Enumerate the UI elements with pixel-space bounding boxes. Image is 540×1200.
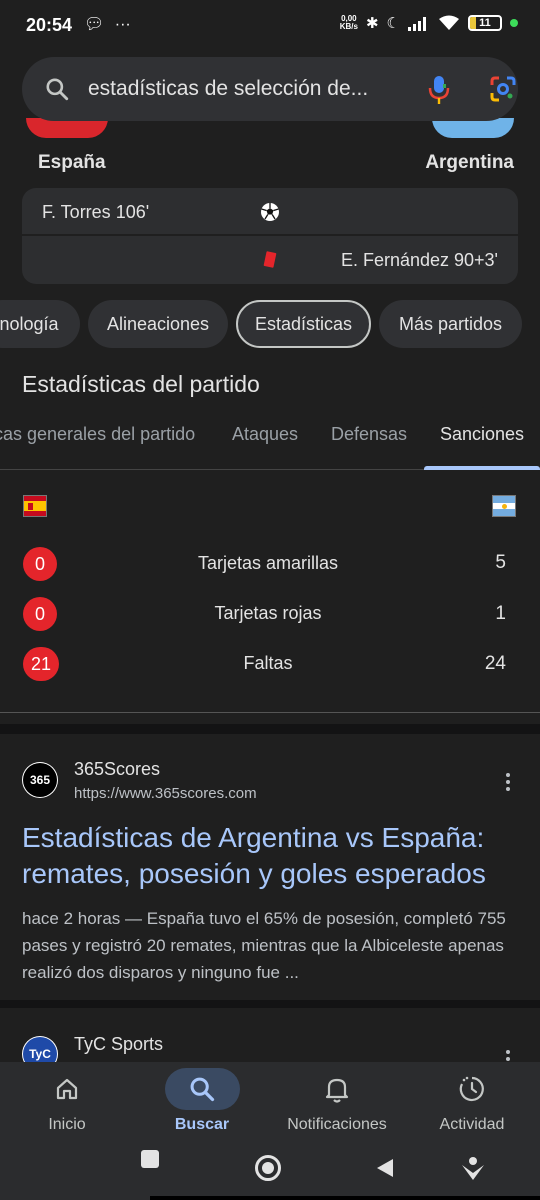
result-snippet: hace 2 horas — España tuvo el 65% de pos… [22,909,506,982]
chip-estadisticas[interactable]: Estadísticas [236,300,371,348]
nav-buscar[interactable]: Buscar [142,1064,262,1133]
argentina-flag-icon [492,495,516,517]
home-team-name[interactable]: España [38,152,106,174]
status-time: 20:54 [26,15,73,35]
tab-sanciones[interactable]: Sanciones [440,424,524,445]
stat-home-value: 21 [23,647,60,681]
status-notification-icons: 💬︎ ··· [84,14,131,34]
chip-cronologia[interactable]: nología [0,300,80,348]
status-bar: 20:54 💬︎ ··· 0,00 KB/s ✱ ☾ 11 [0,0,540,54]
search-icon [46,78,69,101]
red-card-icon [263,251,277,268]
stat-label: Faltas [243,653,293,673]
status-right-icons: 0,00 KB/s ✱ ☾ 11 [340,14,518,32]
circle-icon [255,1155,281,1181]
more-options-icon[interactable] [506,773,512,794]
nav-label: Actividad [439,1116,505,1133]
site-favicon[interactable]: 365 [22,762,58,798]
activity-icon [459,1076,484,1102]
away-team-crest[interactable] [432,118,514,138]
chip-alineaciones[interactable]: Alineaciones [88,300,228,348]
home-icon [56,1078,78,1100]
event-card-text: E. Fernández 90+3' [340,250,498,270]
stat-label: Tarjetas rojas [214,603,322,623]
microphone-icon[interactable] [427,75,451,105]
nav-actividad[interactable]: Actividad [412,1064,532,1133]
battery-icon: 11 [468,15,502,31]
search-icon [190,1077,215,1102]
tab-ataques[interactable]: Ataques [232,424,298,445]
section-title: Estadísticas del partido [22,371,260,397]
tab-generales[interactable]: cas generales del partido [0,424,195,445]
home-team-crest[interactable] [26,118,108,138]
search-query[interactable]: estadísticas de selección de... [88,77,378,101]
stat-away-value: 1 [495,603,506,624]
divider [0,712,540,713]
wifi-icon [439,15,459,30]
net-speed-unit: KB/s [339,22,358,31]
more-notifications-icon: ··· [114,16,131,33]
match-events-card: F. Torres 106' E. Fernández 90+3' [22,188,518,284]
event-goal-text: F. Torres 106' [42,202,150,222]
square-icon [141,1150,159,1168]
nav-label: Buscar [174,1116,230,1133]
stat-away-value: 5 [495,552,506,573]
away-team-name[interactable]: Argentina [425,152,514,174]
net-speed: 0,00 KB/s [340,15,358,31]
back-triangle-icon [377,1159,393,1177]
result-title-link[interactable]: Estadísticas de Argentina vs España: rem… [22,820,522,892]
signal-icon [408,17,426,31]
stat-label: Tarjetas amarillas [197,553,339,573]
nav-inicio[interactable]: Inicio [7,1064,127,1133]
nav-label: Inicio [48,1116,86,1133]
favicon-365-icon: 365 [23,763,57,797]
event-row[interactable]: E. Fernández 90+3' [22,238,518,284]
soccer-ball-icon [261,203,279,221]
assistant-button[interactable] [460,1155,486,1186]
privacy-dot [510,19,518,27]
moon-icon: ☾ [386,15,400,32]
back-button[interactable] [375,1158,395,1183]
chat-bubble-icon: 💬︎ [84,16,105,33]
nav-label: Notificaciones [287,1116,387,1133]
home-indicator [150,1196,540,1200]
stat-home-value: 0 [23,547,57,581]
stat-away-value: 24 [484,653,506,674]
spain-flag-icon [23,495,47,517]
result-site-name[interactable]: 365Scores [74,759,160,780]
divider [0,724,540,734]
stat-home-value: 0 [23,597,57,631]
recents-button[interactable] [141,1150,159,1168]
nav-notificaciones[interactable]: Notificaciones [277,1064,397,1133]
result-url[interactable]: https://www.365scores.com [74,785,257,802]
divider [0,1000,540,1008]
google-lens-icon[interactable] [489,75,517,103]
event-row[interactable]: F. Torres 106' [22,188,518,236]
home-button[interactable] [255,1155,281,1181]
assistant-icon [462,1157,484,1180]
chip-mas-partidos[interactable]: Más partidos [379,300,522,348]
bluetooth-icon: ✱ [365,15,379,32]
tab-defensas[interactable]: Defensas [331,424,407,445]
result-site-name[interactable]: TyC Sports [74,1034,163,1055]
battery-level: 11 [479,17,491,29]
tab-indicator [424,466,540,470]
bell-icon [325,1078,349,1103]
search-bar[interactable]: estadísticas de selección de... [22,57,518,121]
